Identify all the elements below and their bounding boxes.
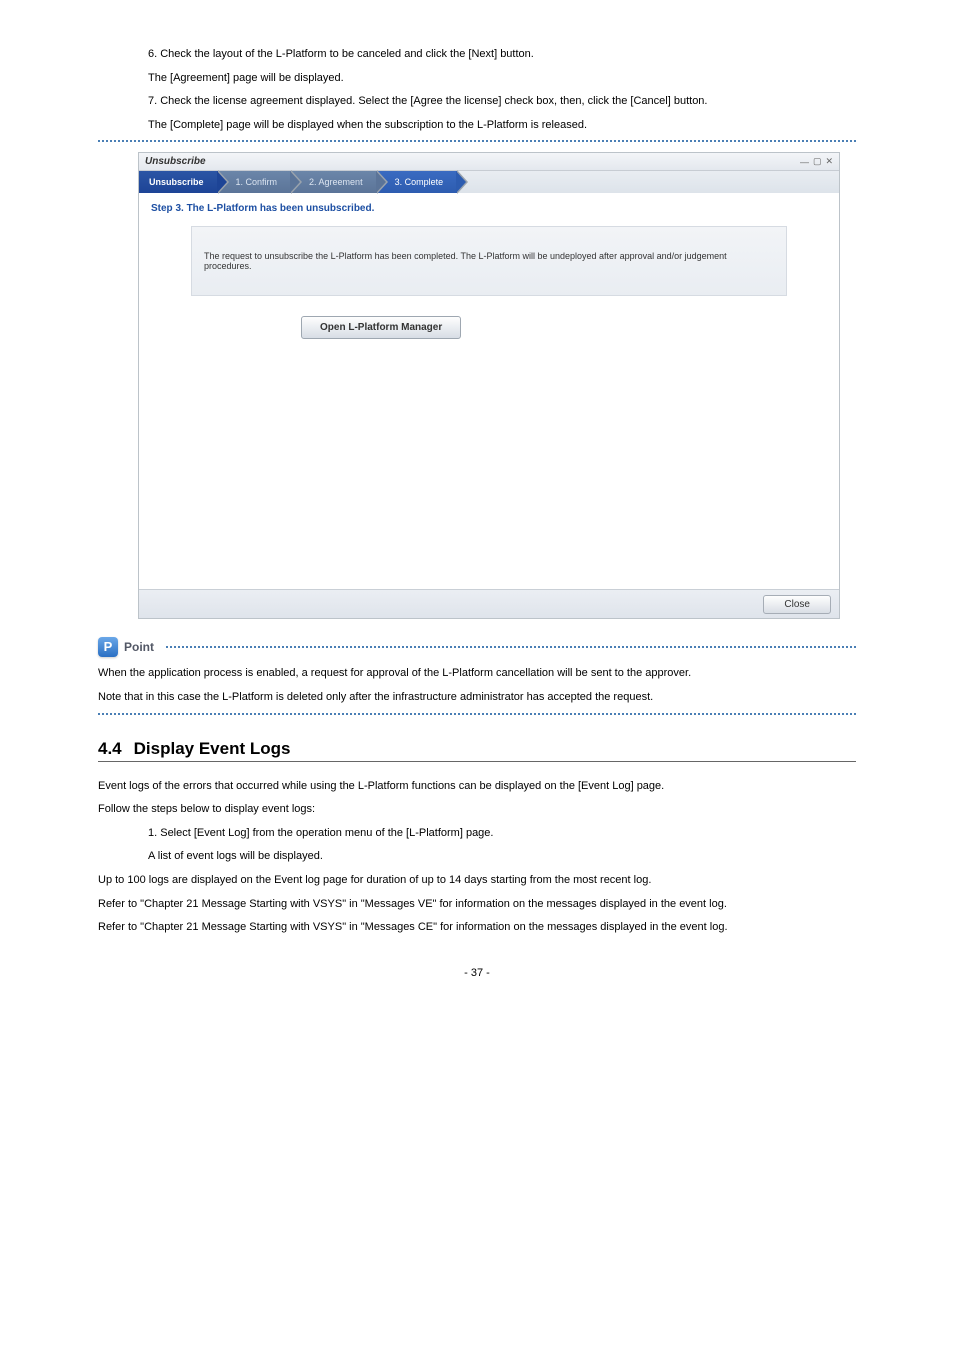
wizard-step-2[interactable]: 2. Agreement: [291, 171, 377, 193]
page-number: - 37 -: [98, 967, 856, 979]
event-p2: Follow the steps below to display event …: [98, 801, 856, 819]
event-p4a: Refer to "Chapter 21 Message Starting wi…: [98, 896, 856, 914]
window-title: Unsubscribe: [145, 156, 206, 167]
event-step-1: 1. Select [Event Log] from the operation…: [148, 825, 856, 843]
section-name: Display Event Logs: [134, 739, 291, 759]
intro-step-6b: The [Agreement] page will be displayed.: [148, 70, 856, 88]
point-icon: P: [98, 637, 118, 657]
window-titlebar: Unsubscribe — ▢ ✕: [139, 153, 839, 171]
intro-step-7b: The [Complete] page will be displayed wh…: [148, 117, 856, 135]
point-text-2: Note that in this case the L-Platform is…: [98, 689, 856, 707]
screenshot-footer: Close: [139, 589, 839, 618]
maximize-icon[interactable]: ▢: [813, 156, 822, 167]
screenshot-content: Step 3. The L-Platform has been unsubscr…: [139, 193, 839, 589]
intro-step-6: 6. Check the layout of the L-Platform to…: [148, 46, 856, 64]
window-controls: — ▢ ✕: [800, 156, 833, 167]
close-button[interactable]: Close: [763, 595, 831, 614]
divider-top: [98, 140, 856, 142]
point-text-1: When the application process is enabled,…: [98, 665, 856, 683]
point-header: P Point: [98, 637, 856, 657]
step-heading: Step 3. The L-Platform has been unsubscr…: [151, 203, 827, 214]
screenshot-window: Unsubscribe — ▢ ✕ Unsubscribe 1. Confirm…: [138, 152, 840, 619]
event-p1: Event logs of the errors that occurred w…: [98, 778, 856, 796]
event-step-1b: A list of event logs will be displayed.: [148, 848, 856, 866]
wizard-step-1[interactable]: 1. Confirm: [218, 171, 292, 193]
point-divider: [166, 646, 856, 648]
event-p4b: Refer to "Chapter 21 Message Starting wi…: [98, 919, 856, 937]
close-icon[interactable]: ✕: [825, 156, 833, 167]
completion-message: The request to unsubscribe the L-Platfor…: [191, 226, 787, 296]
open-lplatform-manager-button[interactable]: Open L-Platform Manager: [301, 316, 461, 339]
section-title: 4.4 Display Event Logs: [98, 739, 856, 762]
point-label: Point: [124, 640, 154, 654]
wizard-step-3[interactable]: 3. Complete: [377, 171, 458, 193]
section-number: 4.4: [98, 739, 122, 759]
intro-step-7: 7. Check the license agreement displayed…: [148, 93, 856, 111]
minimize-icon[interactable]: —: [800, 157, 809, 167]
event-p3: Up to 100 logs are displayed on the Even…: [98, 872, 856, 890]
wizard-step-title: Unsubscribe: [139, 171, 218, 193]
point-divider-bottom: [98, 713, 856, 715]
wizard-steps: Unsubscribe 1. Confirm 2. Agreement 3. C…: [139, 171, 839, 193]
